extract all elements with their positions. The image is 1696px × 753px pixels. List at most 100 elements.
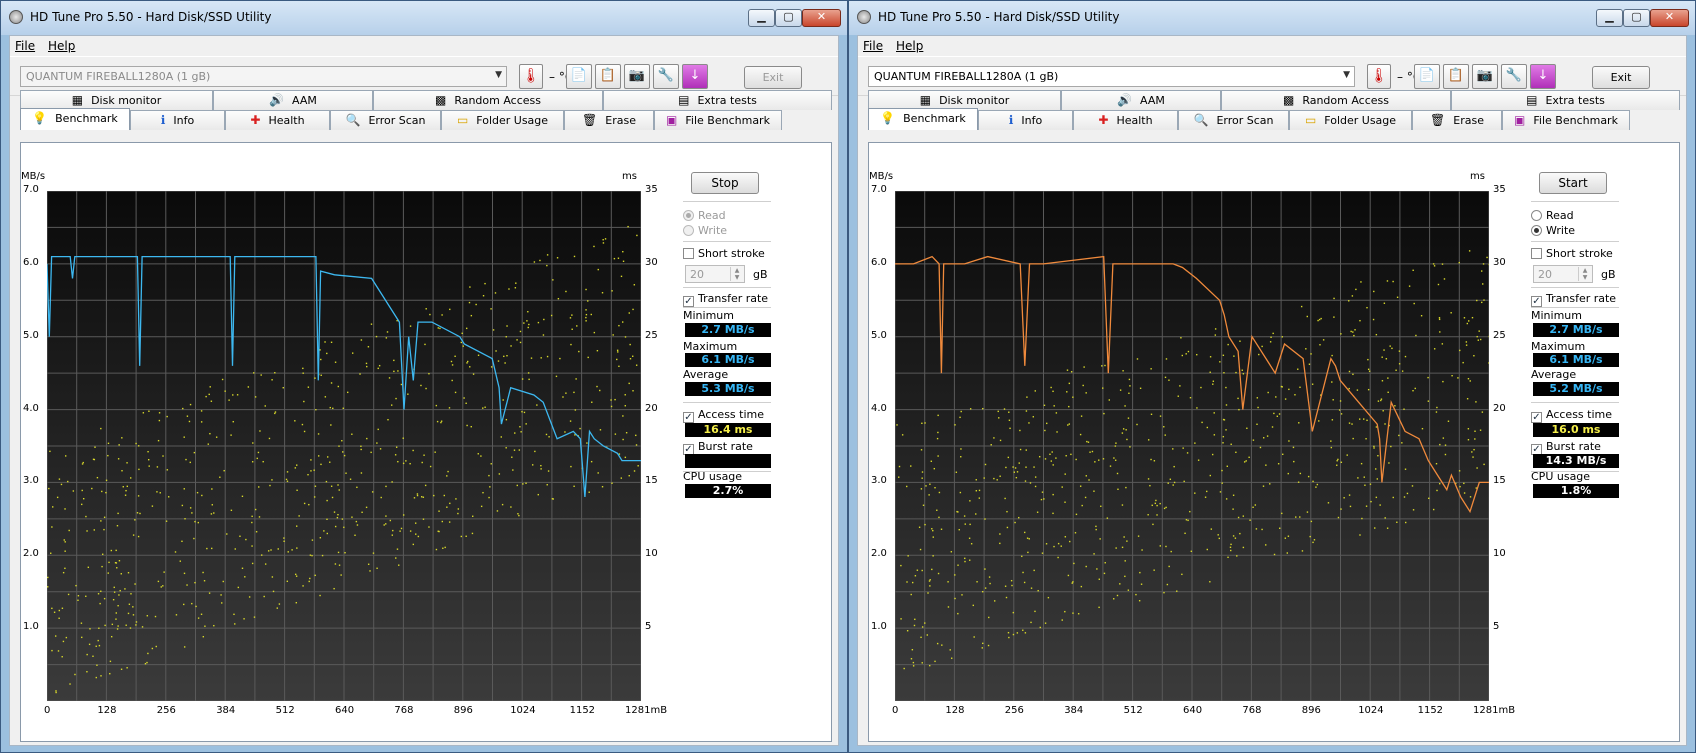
tab-folder-usage[interactable]: ▭ Folder Usage [1289, 110, 1412, 130]
close-button[interactable]: ✕ [802, 9, 841, 27]
title-bar[interactable]: HD Tune Pro 5.50 - Hard Disk/SSD Utility… [849, 1, 1695, 35]
access-time-point [47, 576, 49, 579]
access-time-point [317, 433, 320, 435]
options-icon[interactable]: 🔧 [653, 64, 679, 89]
access-time-point [1124, 575, 1126, 578]
title-bar[interactable]: HD Tune Pro 5.50 - Hard Disk/SSD Utility… [1, 1, 847, 35]
maximize-button[interactable]: ▢ [775, 9, 802, 27]
menu-help[interactable]: Help [896, 39, 923, 53]
save-down-icon[interactable]: ↓ [682, 64, 708, 89]
copy-text-icon[interactable]: 📄 [566, 64, 592, 89]
access-time-point [969, 523, 971, 526]
tab-erase[interactable]: 🗑 Erase [564, 110, 654, 130]
stroke-size-input[interactable]: 20 ▲ ▼ [1533, 265, 1593, 283]
transfer-rate-checkbox[interactable]: ✓ Transfer rate [683, 292, 768, 307]
access-time-checkbox[interactable]: ✓ Access time [683, 408, 764, 423]
screenshot-icon[interactable]: 📷 [624, 64, 650, 89]
tab-folder-usage[interactable]: ▭ Folder Usage [441, 110, 564, 130]
access-time-point [1390, 445, 1392, 448]
access-time-point [1438, 318, 1441, 321]
file-benchmark-icon: ▣ [1514, 113, 1526, 127]
access-time-point [378, 364, 381, 367]
access-time-point [1349, 505, 1352, 508]
write-radio[interactable]: Write [1531, 224, 1575, 237]
access-time-point [1269, 341, 1272, 343]
thermometer-icon[interactable]: 🌡 [1367, 64, 1391, 89]
screenshot-icon[interactable]: 📷 [1472, 64, 1498, 89]
access-time-point [1217, 534, 1219, 536]
read-radio[interactable]: Read [683, 209, 726, 222]
copy-text-icon[interactable]: 📄 [1414, 64, 1440, 89]
burst-rate-checkbox[interactable]: ✓ Burst rate [683, 440, 753, 455]
tab-disk-monitor[interactable]: ▦ Disk monitor [20, 90, 213, 110]
access-time-point [1093, 490, 1095, 492]
access-time-point [920, 636, 922, 639]
access-time-point [129, 627, 132, 629]
access-time-point [1066, 391, 1068, 393]
access-time-point [241, 567, 244, 569]
tab-extra-tests[interactable]: ▤ Extra tests [1451, 90, 1680, 110]
access-time-point [513, 449, 516, 451]
close-button[interactable]: ✕ [1650, 9, 1689, 27]
access-time-point [1340, 333, 1342, 335]
transfer-rate-checkbox[interactable]: ✓ Transfer rate [1531, 292, 1616, 307]
minimize-button[interactable]: ▁ [748, 9, 775, 27]
start-stop-button[interactable]: Start [1539, 172, 1607, 194]
maximize-button[interactable]: ▢ [1623, 9, 1650, 27]
access-time-point [1008, 419, 1011, 421]
write-radio[interactable]: Write [683, 224, 727, 237]
tab-aam[interactable]: 🔊 AAM [213, 90, 373, 110]
tab-random-access[interactable]: ▩ Random Access [1221, 90, 1451, 110]
menu-file[interactable]: File [863, 39, 883, 53]
tab-health[interactable]: ✚ Health [225, 110, 330, 130]
short-stroke-checkbox[interactable]: Short stroke [683, 247, 765, 260]
access-time-point [457, 508, 460, 510]
access-time-point [624, 456, 627, 459]
read-radio[interactable]: Read [1531, 209, 1574, 222]
tab-health[interactable]: ✚ Health [1073, 110, 1178, 130]
tab-disk-monitor[interactable]: ▦ Disk monitor [868, 90, 1061, 110]
menu-help[interactable]: Help [48, 39, 75, 53]
tab-label: Extra tests [697, 94, 757, 107]
exit-button[interactable]: Exit [1592, 66, 1650, 89]
access-time-point [957, 511, 959, 513]
tab-aam[interactable]: 🔊 AAM [1061, 90, 1221, 110]
tab-info[interactable]: ℹ Info [130, 110, 225, 130]
access-time-point [912, 661, 915, 664]
stroke-size-input[interactable]: 20 ▲ ▼ [685, 265, 745, 283]
tab-error-scan[interactable]: 🔍 Error Scan [1178, 110, 1289, 130]
minimize-button[interactable]: ▁ [1596, 9, 1623, 27]
tab-error-scan[interactable]: 🔍 Error Scan [330, 110, 441, 130]
tab-erase[interactable]: 🗑 Erase [1412, 110, 1502, 130]
save-down-icon[interactable]: ↓ [1530, 64, 1556, 89]
access-time-point [52, 506, 54, 508]
thermometer-icon[interactable]: 🌡 [519, 64, 543, 89]
burst-rate-checkbox[interactable]: ✓ Burst rate [1531, 440, 1601, 455]
menu-file[interactable]: File [15, 39, 35, 53]
access-time-point [67, 480, 69, 483]
tab-file-benchmark[interactable]: ▣ File Benchmark [654, 110, 782, 130]
spin-arrows-icon[interactable]: ▲ ▼ [730, 267, 743, 281]
options-icon[interactable]: 🔧 [1501, 64, 1527, 89]
trash-icon: 🗑 [1430, 113, 1446, 127]
short-stroke-checkbox[interactable]: Short stroke [1531, 247, 1613, 260]
tab-random-access[interactable]: ▩ Random Access [373, 90, 603, 110]
access-time-point [1041, 552, 1044, 554]
short-stroke-label: Short stroke [1546, 247, 1613, 260]
drive-select[interactable]: QUANTUM FIREBALL1280A (1 gB) ▼ [20, 66, 507, 87]
tab-benchmark[interactable]: 💡 Benchmark [20, 108, 130, 130]
tab-info[interactable]: ℹ Info [978, 110, 1073, 130]
exit-button[interactable]: Exit [744, 66, 802, 89]
tab-extra-tests[interactable]: ▤ Extra tests [603, 90, 832, 110]
copy-info-icon[interactable]: 📋 [595, 64, 621, 89]
access-time-checkbox[interactable]: ✓ Access time [1531, 408, 1612, 423]
start-stop-button[interactable]: Stop [691, 172, 759, 194]
access-time-point [911, 649, 914, 651]
drive-select[interactable]: QUANTUM FIREBALL1280A (1 gB) ▼ [868, 66, 1355, 87]
copy-info-icon[interactable]: 📋 [1443, 64, 1469, 89]
tab-file-benchmark[interactable]: ▣ File Benchmark [1502, 110, 1630, 130]
access-time-point [1004, 497, 1006, 500]
access-time-point [1437, 283, 1440, 286]
tab-benchmark[interactable]: 💡 Benchmark [868, 108, 978, 130]
spin-arrows-icon[interactable]: ▲ ▼ [1578, 267, 1591, 281]
